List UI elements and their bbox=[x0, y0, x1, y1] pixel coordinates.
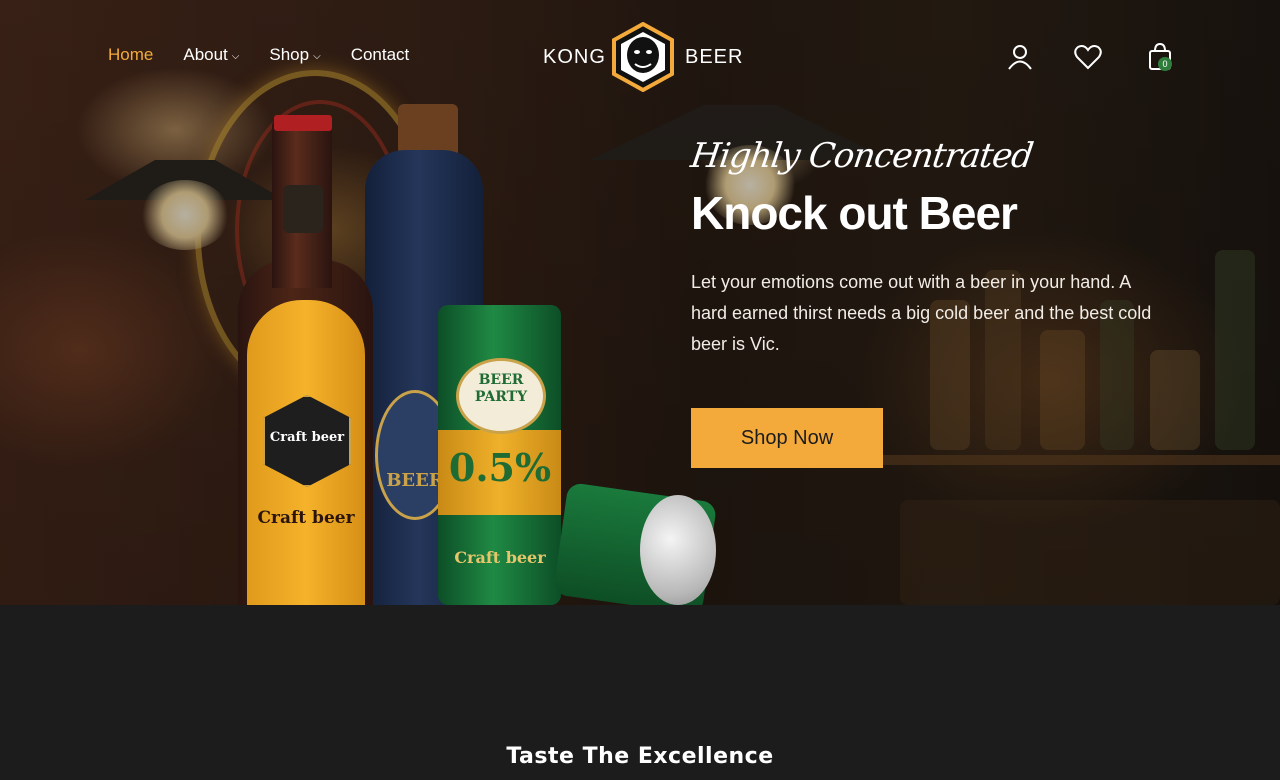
bottle-label-text: Craft beer bbox=[257, 508, 355, 528]
blue-bottle-text: BEER bbox=[386, 470, 444, 491]
nav-contact-label: Contact bbox=[350, 45, 410, 64]
section-title: Taste The Excellence bbox=[506, 744, 774, 769]
logo-text-right: BEER bbox=[685, 46, 744, 68]
user-icon[interactable] bbox=[1005, 42, 1035, 72]
nav-home-label: Home bbox=[108, 45, 154, 64]
chevron-down-icon: ⌵ bbox=[313, 51, 321, 62]
nav-home[interactable]: Home bbox=[108, 45, 153, 65]
chevron-down-icon: ⌵ bbox=[231, 51, 240, 62]
heart-icon[interactable] bbox=[1073, 42, 1103, 72]
logo-text-left: KONG bbox=[543, 46, 606, 68]
nav-about-label: About bbox=[183, 45, 228, 64]
gorilla-logo-icon bbox=[612, 22, 674, 92]
hero-description: Let your emotions come out with a beer i… bbox=[691, 272, 1152, 354]
hero-tagline: Highly Concentrated bbox=[688, 136, 1036, 176]
site-logo[interactable]: KONG BEER bbox=[543, 22, 743, 92]
hero-title: Knock out Beer bbox=[691, 187, 1018, 239]
can-abv-text: 0.5% bbox=[448, 445, 552, 490]
can-badge-text: BEER PARTY bbox=[474, 372, 528, 405]
main-nav: Home About ⌵ Shop ⌵ Contact bbox=[108, 45, 409, 65]
bottle-neck-label bbox=[283, 185, 323, 233]
bottle-cap bbox=[274, 115, 332, 131]
bottle-badge-text: Craft beer bbox=[269, 430, 345, 445]
nav-contact[interactable]: Contact bbox=[351, 45, 410, 65]
shop-now-button[interactable]: Shop Now bbox=[691, 408, 883, 468]
can-bottom-text: Craft beer bbox=[454, 548, 546, 567]
nav-shop-label: Shop bbox=[269, 45, 310, 64]
nav-shop[interactable]: Shop ⌵ bbox=[269, 45, 320, 65]
cart-count-badge: 0 bbox=[1158, 57, 1172, 71]
lying-can-lid bbox=[640, 495, 716, 605]
nav-about[interactable]: About ⌵ bbox=[183, 45, 239, 65]
